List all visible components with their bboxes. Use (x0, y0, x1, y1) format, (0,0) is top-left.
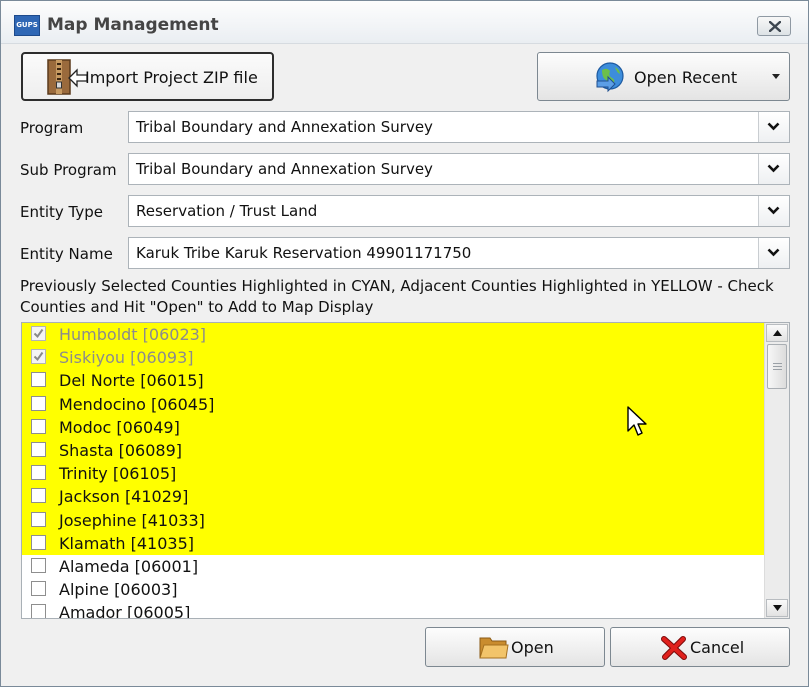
county-checkbox[interactable] (31, 581, 46, 597)
import-zip-button[interactable]: Import Project ZIP file (21, 52, 274, 101)
open-recent-label: Open Recent (634, 68, 738, 87)
county-name: Modoc [06049] (59, 417, 180, 437)
county-name: Siskiyou [06093] (59, 348, 194, 368)
county-row[interactable]: Humboldt [06023] (22, 323, 764, 347)
sub-program-dropdown-arrow[interactable] (758, 154, 789, 184)
chevron-down-icon (767, 122, 780, 131)
county-row[interactable]: Trinity [06105] (22, 462, 764, 486)
cancel-button[interactable]: Cancel (610, 627, 790, 667)
red-x-icon (661, 636, 687, 660)
program-dropdown-arrow[interactable] (758, 112, 789, 142)
county-list[interactable]: Humboldt [06023] Siskiyou [06093] Del Nort… (21, 322, 790, 619)
entity-type-value: Reservation / Trust Land (136, 202, 318, 220)
program-dropdown[interactable]: Tribal Boundary and Annexation Survey (128, 111, 790, 143)
import-zip-label: Import Project ZIP file (85, 68, 258, 87)
county-row[interactable]: Jackson [41029] (22, 485, 764, 509)
county-name: Humboldt [06023] (59, 325, 207, 344)
county-row[interactable]: Alpine [06003] (22, 578, 764, 601)
entity-type-dropdown[interactable]: Reservation / Trust Land (128, 195, 790, 227)
county-checkbox[interactable] (31, 534, 46, 550)
entity-type-dropdown-arrow[interactable] (758, 196, 789, 226)
close-icon (769, 21, 781, 32)
chevron-down-icon (767, 248, 780, 257)
globe-recent-icon (596, 62, 624, 93)
entity-name-dropdown-arrow[interactable] (758, 238, 789, 268)
entity-name-value: Karuk Tribe Karuk Reservation 4990117175… (136, 244, 472, 262)
county-row[interactable]: Mendocino [06045] (22, 392, 764, 416)
chevron-down-icon (767, 206, 780, 215)
open-label: Open (511, 638, 554, 657)
zip-import-icon (47, 59, 88, 95)
county-name: Jackson [41029] (59, 487, 189, 507)
mouse-pointer-icon (627, 406, 647, 436)
county-row[interactable]: Klamath [41035] (22, 531, 764, 555)
scroll-down-button[interactable] (766, 599, 788, 617)
close-button[interactable] (757, 16, 791, 36)
thumb-grip (773, 363, 782, 364)
county-checkbox[interactable] (31, 441, 46, 457)
county-checkbox[interactable] (31, 372, 46, 388)
open-recent-button[interactable]: Open Recent (537, 52, 790, 101)
cancel-label: Cancel (690, 638, 745, 657)
county-rows: Humboldt [06023] Siskiyou [06093] Del Nort… (22, 323, 764, 619)
thumb-grip (773, 366, 782, 367)
entity-name-label: Entity Name (20, 245, 113, 263)
sub-program-dropdown[interactable]: Tribal Boundary and Annexation Survey (128, 153, 790, 185)
county-name: Mendocino [06045] (59, 394, 215, 414)
county-name: Amador [06005] (59, 603, 191, 619)
sub-program-value: Tribal Boundary and Annexation Survey (136, 160, 433, 178)
county-list-scrollbar[interactable] (764, 323, 789, 618)
sub-program-label: Sub Program (20, 161, 117, 179)
county-row[interactable]: Josephine [41033] (22, 508, 764, 532)
open-button[interactable]: Open (425, 627, 605, 667)
arrow-up-icon (773, 330, 782, 336)
entity-type-label: Entity Type (20, 203, 104, 221)
county-row[interactable]: Del Norte [06015] (22, 369, 764, 393)
county-name: Trinity [06105] (59, 464, 177, 484)
window-title: Map Management (47, 15, 219, 35)
county-row[interactable]: Siskiyou [06093] (22, 346, 764, 370)
chevron-down-icon (772, 74, 780, 79)
folder-icon (479, 637, 509, 659)
scroll-thumb[interactable] (767, 344, 787, 389)
entity-name-dropdown[interactable]: Karuk Tribe Karuk Reservation 4990117175… (128, 237, 790, 269)
county-name: Josephine [41033] (59, 510, 205, 530)
map-management-window: GUPS Map Management Import Project ZIP f… (0, 0, 809, 687)
county-row[interactable]: Shasta [06089] (22, 438, 764, 463)
county-name: Del Norte [06015] (59, 371, 204, 391)
chevron-down-icon (767, 164, 780, 173)
county-row[interactable]: Amador [06005] (22, 601, 764, 619)
gups-app-icon: GUPS (14, 15, 40, 36)
county-checkbox (31, 349, 46, 365)
county-checkbox[interactable] (31, 488, 46, 504)
county-name: Klamath [41035] (59, 533, 195, 553)
county-checkbox (31, 326, 46, 341)
county-name: Alpine [06003] (59, 580, 178, 600)
county-checkbox[interactable] (31, 395, 46, 411)
county-checkbox[interactable] (31, 418, 46, 434)
county-checkbox[interactable] (31, 465, 46, 481)
county-row[interactable]: Alameda [06001] (22, 555, 764, 578)
arrow-down-icon (773, 605, 782, 611)
county-checkbox[interactable] (31, 604, 46, 618)
county-name: Shasta [06089] (59, 440, 182, 460)
title-bar: GUPS Map Management (1, 1, 808, 44)
checkmark-icon (33, 352, 44, 362)
county-row[interactable]: Modoc [06049] (22, 415, 764, 439)
thumb-grip (773, 369, 782, 370)
checkmark-icon (33, 328, 44, 339)
scroll-up-button[interactable] (766, 324, 788, 342)
county-instructions: Previously Selected Counties Highlighted… (20, 277, 774, 316)
program-label: Program (20, 119, 84, 137)
program-value: Tribal Boundary and Annexation Survey (136, 118, 433, 136)
county-name: Alameda [06001] (59, 556, 199, 576)
county-checkbox[interactable] (31, 511, 46, 527)
county-checkbox[interactable] (31, 557, 46, 573)
